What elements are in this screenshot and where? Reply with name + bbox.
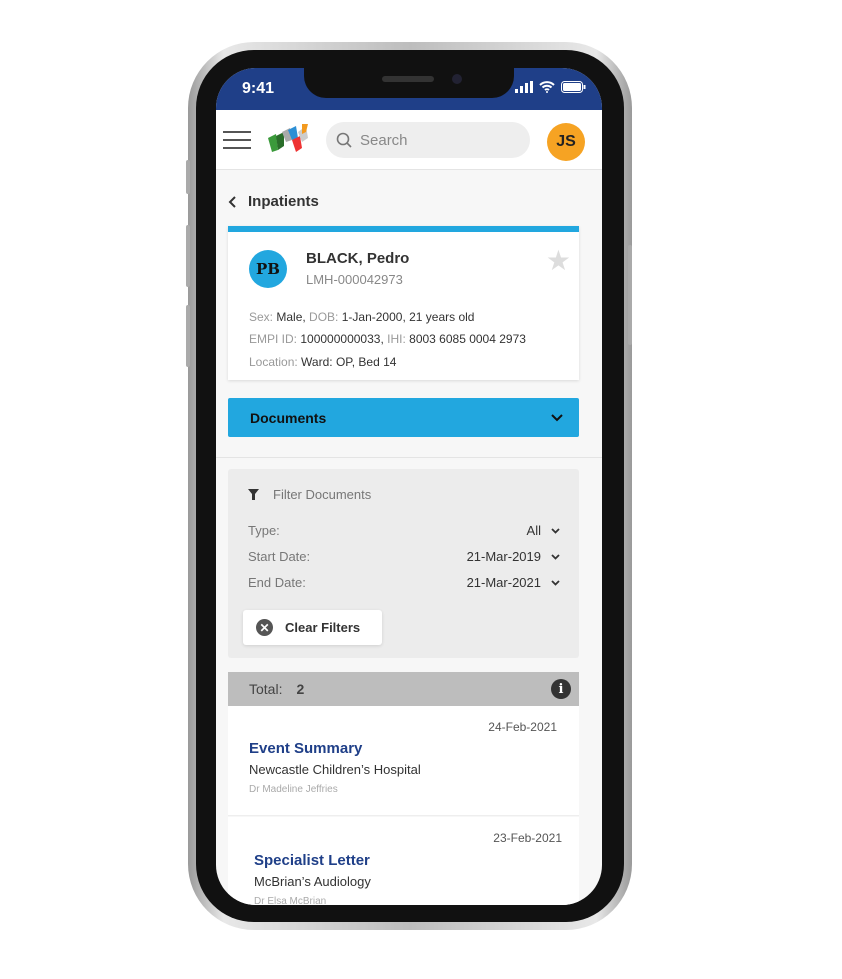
total-bar: Total: 2 i [228, 672, 579, 706]
favorite-star-icon[interactable]: ★ [546, 244, 571, 277]
filter-panel: Filter Documents Type: All Start Date: 21-… [228, 469, 579, 658]
chevron-down-icon [551, 413, 563, 421]
search-placeholder: Search [360, 131, 408, 149]
filter-title: Filter Documents [273, 487, 372, 502]
signal-icon [515, 81, 533, 93]
total-count: 2 [296, 681, 305, 697]
back-link[interactable]: Inpatients [228, 193, 319, 210]
status-bar: 9:41 [216, 68, 602, 110]
chevron-left-icon [228, 195, 236, 208]
patient-card: PB BLACK, Pedro LMH-000042973 ★ Sex: Mal… [228, 226, 579, 380]
clear-filters-button[interactable]: ✕ Clear Filters [243, 610, 382, 645]
hamburger-menu-icon[interactable] [223, 131, 251, 149]
documents-label: Documents [250, 409, 327, 426]
patient-avatar: PB [249, 250, 287, 288]
app-screen: 9:41 Search JS Inpatients PB BLACK, Pedr… [216, 68, 602, 905]
documents-dropdown[interactable]: Documents [228, 398, 579, 437]
info-icon[interactable]: i [551, 679, 571, 699]
filter-end-date[interactable]: End Date: 21-Mar-2021 [248, 575, 560, 590]
mute-switch [186, 160, 190, 194]
filter-start-date[interactable]: Start Date: 21-Mar-2019 [248, 549, 560, 564]
search-icon [336, 132, 352, 148]
app-logo [268, 124, 308, 152]
divider [216, 457, 602, 458]
app-header: Search JS [216, 110, 602, 170]
status-time: 9:41 [242, 80, 275, 97]
document-title[interactable]: Event Summary [249, 740, 362, 757]
document-title[interactable]: Specialist Letter [254, 852, 370, 869]
patient-name: BLACK, Pedro [306, 250, 410, 267]
back-label: Inpatients [248, 193, 319, 210]
chevron-down-icon [551, 527, 560, 534]
patient-mrn: LMH-000042973 [306, 272, 403, 287]
user-avatar[interactable]: JS [547, 123, 585, 161]
search-input[interactable]: Search [326, 122, 530, 158]
patient-location: Location: Ward: OP, Bed 14 [249, 355, 397, 369]
wifi-icon [539, 81, 555, 93]
filter-icon [248, 489, 259, 500]
close-circle-icon: ✕ [256, 619, 273, 636]
document-item[interactable]: 24-Feb-2021 Event Summary Newcastle Chil… [228, 706, 579, 816]
volume-up-button [186, 225, 190, 287]
patient-ids: EMPI ID: 100000000033, IHI: 8003 6085 00… [249, 332, 526, 346]
battery-icon [561, 81, 586, 93]
power-button [628, 245, 632, 345]
document-item[interactable]: 23-Feb-2021 Specialist Letter McBrian’s … [228, 817, 579, 905]
chevron-down-icon [551, 579, 560, 586]
patient-demographics: Sex: Male, DOB: 1-Jan-2000, 21 years old [249, 310, 475, 324]
volume-down-button [186, 305, 190, 367]
chevron-down-icon [551, 553, 560, 560]
notch [304, 68, 514, 98]
filter-type[interactable]: Type: All [248, 523, 560, 538]
